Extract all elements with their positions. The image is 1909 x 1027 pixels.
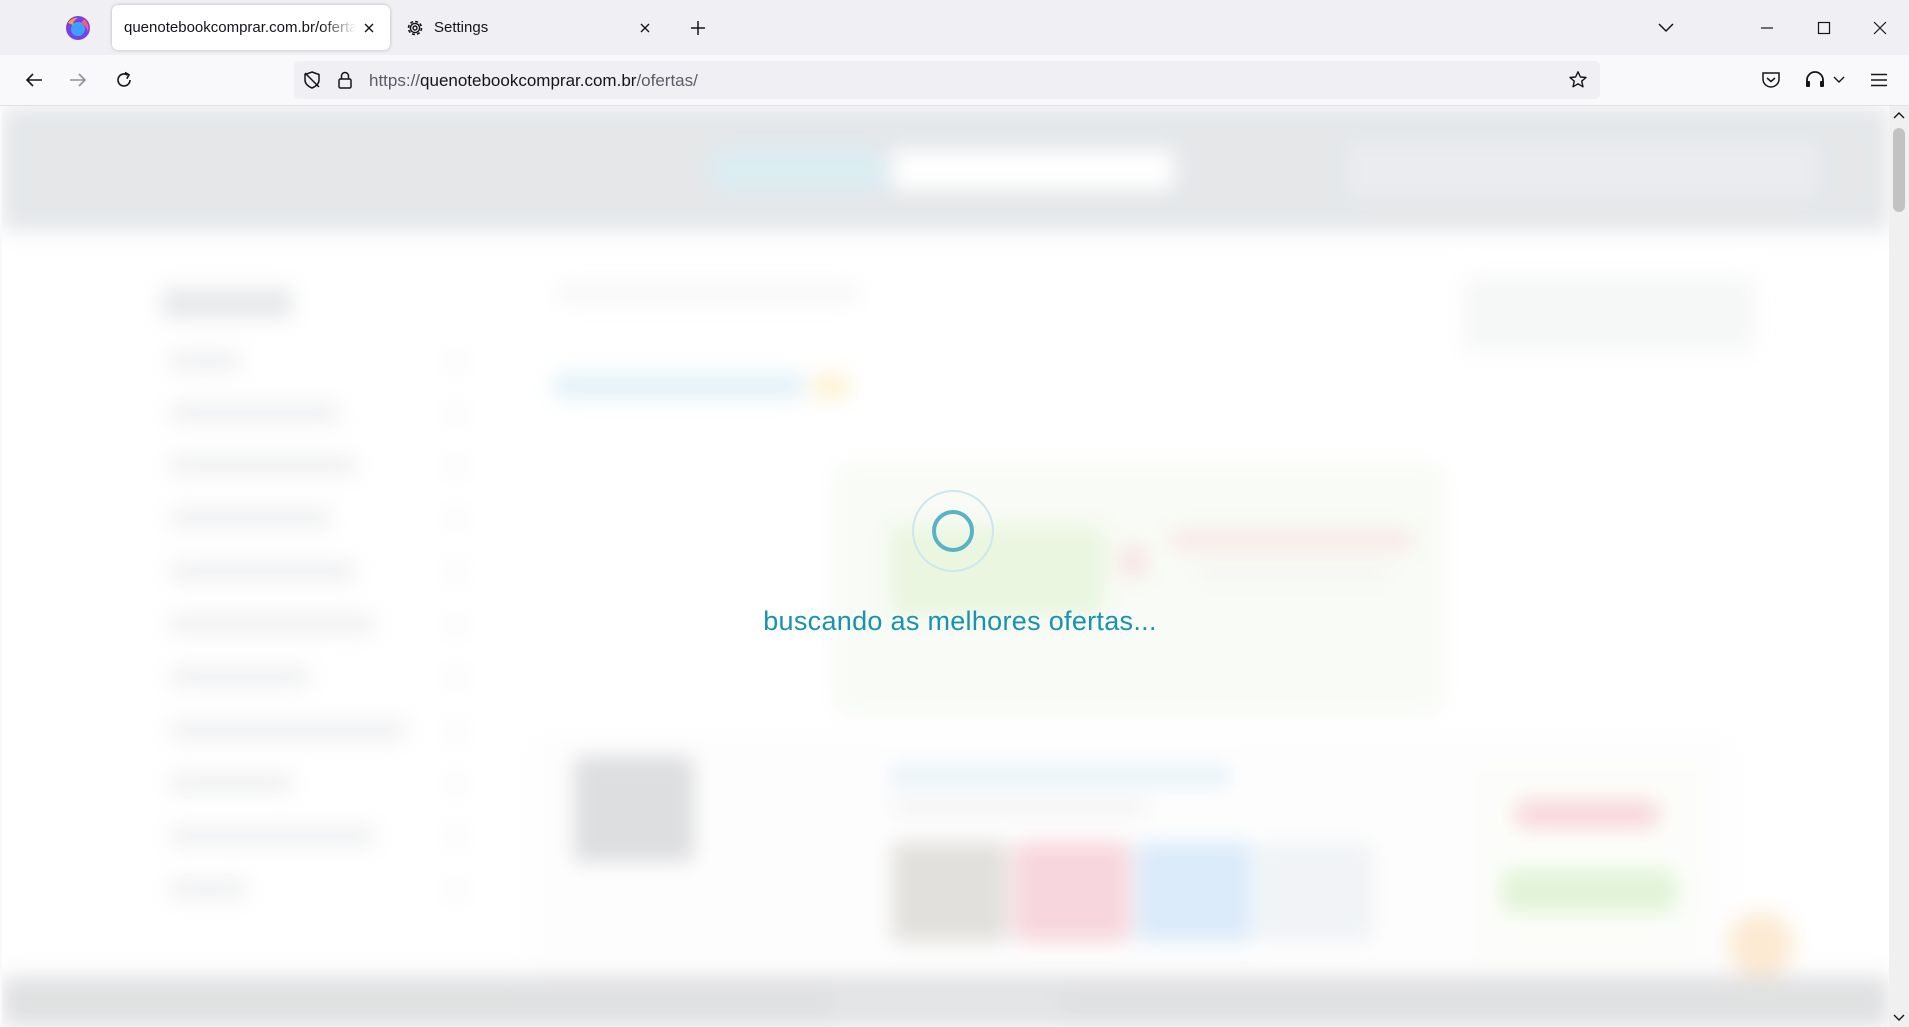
loading-message: buscando as melhores ofertas...	[763, 606, 1157, 636]
loading-spinner-core	[932, 510, 974, 552]
gear-icon	[404, 17, 426, 39]
navigation-toolbar: https://quenotebookcomprar.com.br/oferta…	[0, 55, 1909, 106]
extensions-button[interactable]	[1798, 63, 1832, 97]
url-scheme: https://	[369, 71, 421, 90]
maximize-icon	[1817, 21, 1831, 35]
shield-icon[interactable]	[301, 69, 323, 91]
pocket-button[interactable]	[1754, 63, 1788, 97]
url-host: quenotebookcomprar.com.br	[420, 71, 637, 90]
chevron-down-icon	[1658, 23, 1674, 33]
tab-ofertas[interactable]: quenotebookcomprar.com.br/ofertas/	[112, 5, 390, 50]
scroll-down-button[interactable]	[1889, 1009, 1909, 1027]
pocket-icon	[1762, 72, 1780, 88]
page-scrollbar[interactable]	[1889, 106, 1909, 1027]
tab-title: Settings	[434, 19, 489, 36]
chevron-up-icon	[1893, 112, 1905, 119]
url-text: https://quenotebookcomprar.com.br/oferta…	[369, 71, 698, 91]
url-bar[interactable]: https://quenotebookcomprar.com.br/oferta…	[294, 61, 1600, 99]
minimize-icon	[1761, 27, 1773, 29]
lock-icon[interactable]	[334, 69, 356, 91]
tab-settings[interactable]: Settings	[398, 5, 666, 50]
chevron-down-icon	[1833, 76, 1845, 83]
tab-title: quenotebookcomprar.com.br/ofertas/	[124, 19, 356, 36]
list-all-tabs-button[interactable]	[1652, 14, 1680, 42]
scroll-up-button[interactable]	[1889, 106, 1909, 124]
hamburger-icon	[1871, 73, 1887, 87]
scrollbar-thumb[interactable]	[1893, 128, 1905, 212]
arrow-left-icon	[25, 73, 42, 87]
chevron-down-icon	[1893, 1014, 1905, 1021]
page-viewport: buscando as melhores ofertas...	[2, 106, 1889, 1027]
loading-spinner	[912, 490, 994, 572]
extensions-dropdown[interactable]	[1828, 63, 1850, 97]
close-window-button[interactable]	[1862, 10, 1898, 46]
reload-button[interactable]	[107, 63, 141, 97]
app-menu-button[interactable]	[1862, 63, 1896, 97]
url-path: /ofertas/	[636, 71, 698, 90]
new-tab-button[interactable]	[684, 14, 712, 42]
forward-button[interactable]	[61, 63, 95, 97]
minimize-button[interactable]	[1749, 10, 1785, 46]
plus-icon	[691, 21, 705, 35]
close-icon	[1873, 21, 1887, 35]
reload-icon	[117, 71, 131, 87]
tab-bar: quenotebookcomprar.com.br/ofertas/ Setti…	[0, 0, 1909, 55]
maximize-button[interactable]	[1806, 10, 1842, 46]
star-icon[interactable]	[1566, 68, 1590, 92]
close-icon[interactable]	[356, 15, 382, 41]
firefox-logo-icon[interactable]	[64, 14, 92, 42]
close-icon[interactable]	[632, 15, 658, 41]
arrow-right-icon	[70, 73, 87, 87]
back-button[interactable]	[17, 63, 51, 97]
headphones-icon	[1806, 71, 1824, 87]
